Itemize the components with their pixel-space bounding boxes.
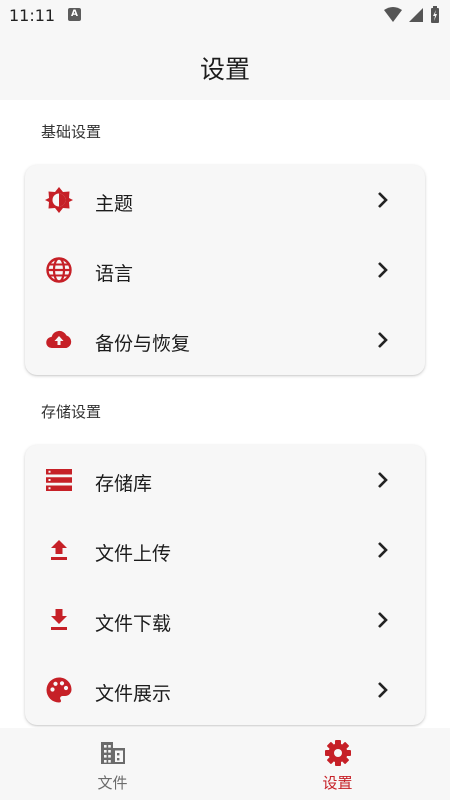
page-title: 设置: [199, 55, 250, 84]
globe-icon: [46, 257, 72, 283]
status-bar: 11:11 A: [0, 0, 450, 32]
settings-item-upload[interactable]: 文件上传: [25, 515, 425, 585]
cloud-upload-icon: [46, 330, 72, 349]
nav-item-files[interactable]: 文件: [0, 728, 225, 800]
section-title-storage: 存储设置: [41, 403, 102, 421]
nav-label-settings: 设置: [322, 774, 353, 792]
building-icon: [101, 742, 125, 764]
palette-icon: [46, 677, 72, 703]
battery-icon: [431, 6, 439, 23]
settings-item-label: 文件展示: [95, 683, 172, 705]
app-header: 设置: [0, 32, 450, 100]
gear-icon: [325, 740, 351, 766]
nav-label-files: 文件: [97, 774, 128, 792]
settings-item-download[interactable]: 文件下载: [25, 585, 425, 655]
storage-settings-card: 存储库 文件上传 文件下载 文件展示: [25, 445, 425, 725]
chevron-right-icon: [378, 542, 388, 558]
download-icon: [51, 609, 67, 630]
bottom-navigation: 文件 设置: [0, 728, 450, 800]
notification-icon: A: [68, 8, 81, 21]
settings-item-theme[interactable]: 主题: [25, 165, 425, 235]
settings-item-language[interactable]: 语言: [25, 235, 425, 305]
chevron-right-icon: [378, 262, 388, 278]
status-icons: [384, 6, 440, 24]
storage-icon: [46, 469, 72, 491]
settings-item-backup[interactable]: 备份与恢复: [25, 305, 425, 375]
section-title-basic: 基础设置: [41, 123, 102, 141]
chevron-right-icon: [378, 612, 388, 628]
brightness-icon: [45, 187, 73, 213]
settings-item-label: 存储库: [95, 473, 153, 495]
chevron-right-icon: [378, 682, 388, 698]
chevron-right-icon: [378, 192, 388, 208]
settings-item-display[interactable]: 文件展示: [25, 655, 425, 725]
settings-item-repository[interactable]: 存储库: [25, 445, 425, 515]
settings-item-label: 语言: [95, 263, 134, 285]
settings-item-label: 文件下载: [95, 613, 172, 635]
signal-icon: [409, 8, 423, 22]
wifi-icon: [384, 7, 402, 22]
nav-item-settings[interactable]: 设置: [225, 728, 450, 800]
chevron-right-icon: [378, 472, 388, 488]
settings-item-label: 备份与恢复: [95, 333, 191, 355]
settings-item-label: 主题: [95, 193, 134, 215]
chevron-right-icon: [378, 332, 388, 348]
upload-icon: [51, 540, 67, 560]
status-time: 11:11: [9, 6, 56, 25]
settings-item-label: 文件上传: [95, 543, 172, 565]
basic-settings-card: 主题 语言 备份与恢复: [25, 165, 425, 375]
